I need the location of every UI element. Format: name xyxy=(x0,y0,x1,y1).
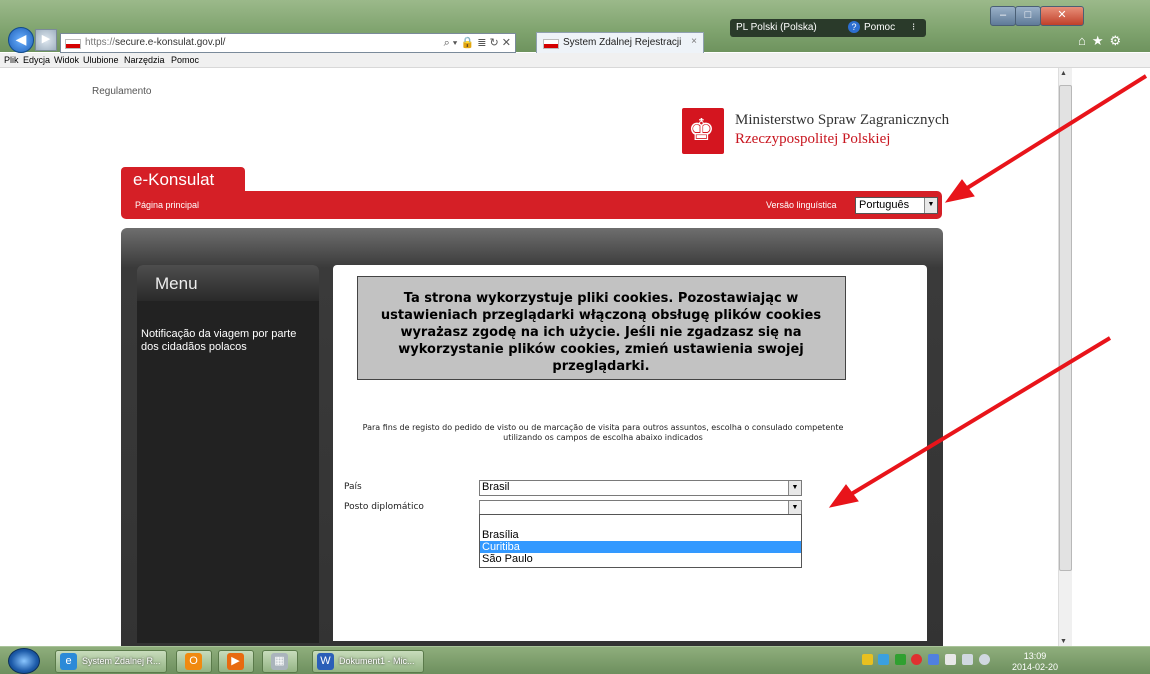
tray-app-icon[interactable] xyxy=(895,654,906,665)
menu-title: Menu xyxy=(155,274,198,293)
address-tools-icons[interactable]: ⌕ ▾ 🔒 ≣ ↻ ✕ xyxy=(444,36,511,50)
start-button[interactable] xyxy=(8,648,40,674)
scroll-down-icon[interactable]: ▼ xyxy=(1060,638,1067,645)
forward-arrow-icon: ▶ xyxy=(41,33,51,45)
tray-security-icon[interactable] xyxy=(928,654,939,665)
chevron-down-icon[interactable]: ▼ xyxy=(924,198,937,213)
calculator-icon: ▦ xyxy=(271,653,288,670)
taskbar-item-word[interactable]: W Dokument1 - Mic... xyxy=(312,650,424,673)
taskbar-item-calculator[interactable]: ▦ xyxy=(262,650,298,673)
chevron-down-icon[interactable]: ▼ xyxy=(788,481,801,495)
tab-title: System Zdalnej Rejestracji xyxy=(563,37,682,48)
clock[interactable]: 13:09 2014-02-20 xyxy=(1012,651,1058,673)
minimize-button[interactable]: – xyxy=(990,6,1016,26)
address-bar[interactable]: https://secure.e-konsulat.gov.pl/ ⌕ ▾ 🔒 … xyxy=(60,33,516,53)
cookie-notice-text: Ta strona wykorzystuje pliki cookies. Po… xyxy=(380,291,822,374)
post-option-curitiba[interactable]: Curitiba xyxy=(480,541,801,553)
post-option-empty[interactable] xyxy=(480,516,801,528)
forward-button[interactable]: ▶ xyxy=(35,29,57,51)
ministry-name-line2: Rzeczypospolitej Polskiej xyxy=(735,131,891,147)
internet-explorer-icon: e xyxy=(60,653,77,670)
back-button[interactable]: ◀ xyxy=(8,27,34,53)
poland-flag-icon xyxy=(65,39,81,49)
sidebar-item-travel-notification[interactable]: Notificação da viagem por parte dos cida… xyxy=(141,328,311,354)
language-indicator-label: PL Polski (Polska) xyxy=(736,22,817,33)
instructions-text: Para fins de registo do pedido de visto … xyxy=(362,423,844,442)
maximize-button[interactable]: □ xyxy=(1015,6,1041,26)
tab-close-icon[interactable]: × xyxy=(691,36,697,47)
language-menu-icon[interactable]: ⁝ xyxy=(912,22,915,33)
tray-network-icon[interactable] xyxy=(878,654,889,665)
tray-flag-icon[interactable] xyxy=(945,654,956,665)
brand-title: e-Konsulat xyxy=(133,170,215,189)
taskbar-item-outlook[interactable]: O xyxy=(176,650,212,673)
close-button[interactable]: ✕ xyxy=(1040,6,1084,26)
home-link[interactable]: Página principal xyxy=(135,200,199,210)
post-option-sao-paulo[interactable]: São Paulo xyxy=(480,553,801,565)
menu-ulubione[interactable]: Ulubione xyxy=(83,55,119,65)
taskbar-item-ie[interactable]: e System Zdalnej R... xyxy=(55,650,167,673)
ekonsulat-brand-tab: e-Konsulat xyxy=(121,167,245,191)
tray-display-icon[interactable] xyxy=(962,654,973,665)
post-label: Posto diplomático xyxy=(344,502,424,512)
outlook-icon: O xyxy=(185,653,202,670)
menu-edycja[interactable]: Edycja xyxy=(23,55,50,65)
post-dropdown-list[interactable]: Brasília Curitiba São Paulo xyxy=(479,514,802,568)
country-select[interactable]: Brasil ▼ xyxy=(479,480,802,496)
menu-narzedzia[interactable]: Narzędzia xyxy=(124,55,165,65)
language-indicator[interactable]: PL Polski (Polska) ? Pomoc ⁝ xyxy=(730,19,926,37)
tray-antivirus-icon[interactable] xyxy=(911,654,922,665)
scrollbar-thumb[interactable] xyxy=(1059,85,1072,571)
poland-emblem-icon: ♚ xyxy=(682,108,724,154)
tray-volume-icon[interactable] xyxy=(979,654,990,665)
language-select[interactable]: Português ▼ xyxy=(855,197,938,214)
post-option-brasilia[interactable]: Brasília xyxy=(480,529,801,541)
browser-menubar: Plik Edycja Widok Ulubione Narzędzia Pom… xyxy=(0,53,1150,68)
country-select-value: Brasil xyxy=(482,481,510,493)
taskbar xyxy=(0,646,1150,674)
browser-tab[interactable]: System Zdalnej Rejestracji × xyxy=(536,32,704,53)
tray-shield-icon[interactable] xyxy=(862,654,873,665)
menu-sidebar xyxy=(137,265,319,643)
media-player-icon: ▶ xyxy=(227,653,244,670)
taskbar-item-media[interactable]: ▶ xyxy=(218,650,254,673)
chevron-down-icon[interactable]: ▼ xyxy=(788,501,801,515)
address-url[interactable]: https://secure.e-konsulat.gov.pl/ xyxy=(85,37,225,48)
menu-widok[interactable]: Widok xyxy=(54,55,79,65)
browser-toolbar-icons[interactable]: ⌂★⚙ xyxy=(1078,33,1127,49)
help-icon: ? xyxy=(848,21,860,33)
ministry-name-line1: Ministerstwo Spraw Zagranicznych xyxy=(735,112,950,128)
menu-plik[interactable]: Plik xyxy=(4,55,19,65)
clock-date: 2014-02-20 xyxy=(1012,662,1059,672)
menu-pomoc[interactable]: Pomoc xyxy=(171,55,199,65)
window-controls: – □ ✕ xyxy=(990,6,1140,26)
annotation-arrow-language xyxy=(944,74,1148,203)
back-arrow-icon: ◀ xyxy=(15,31,27,47)
regulamento-link[interactable]: Regulamento xyxy=(92,86,151,97)
language-version-label: Versão linguística xyxy=(766,200,837,210)
language-select-value: Português xyxy=(859,199,910,211)
clock-time: 13:09 xyxy=(1023,651,1047,661)
country-label: País xyxy=(344,482,362,492)
scroll-up-icon[interactable]: ▲ xyxy=(1060,70,1067,77)
help-label[interactable]: Pomoc xyxy=(864,22,895,33)
poland-flag-icon xyxy=(543,39,559,49)
word-icon: W xyxy=(317,653,334,670)
